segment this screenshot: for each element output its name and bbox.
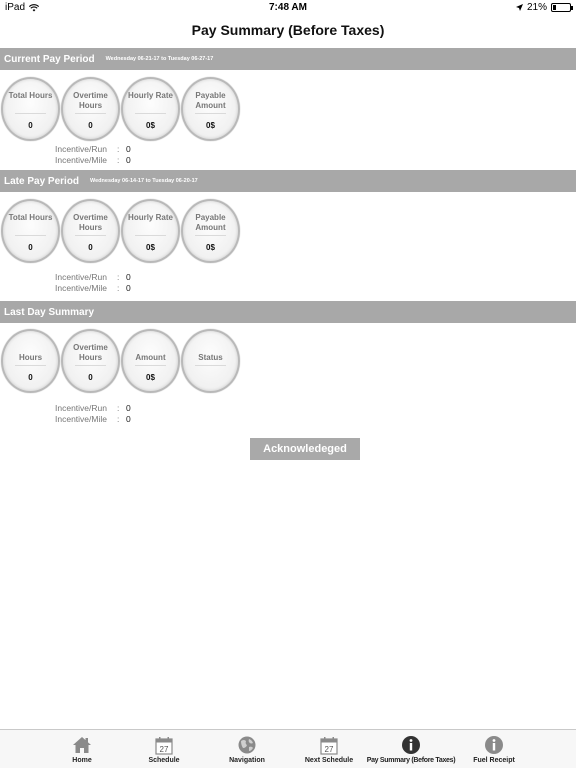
hourly-rate-stat: Hourly Rate 0$ — [121, 77, 180, 141]
stat-value: 0 — [88, 373, 93, 382]
info-icon — [484, 735, 504, 755]
home-icon — [72, 735, 92, 755]
section-title: Current Pay Period — [4, 53, 95, 65]
tab-label: Next Schedule — [304, 757, 354, 764]
calendar-icon: 27 — [154, 735, 174, 755]
stat-label: Total Hours — [8, 213, 53, 222]
page-title: Pay Summary (Before Taxes) — [191, 22, 385, 38]
payable-amount-stat: Payable Amount 0$ — [181, 77, 240, 141]
stat-value: 0$ — [206, 121, 215, 130]
tab-label: Fuel Receipt — [473, 757, 515, 764]
last-day-stats: Hours 0 Overtime Hours 0 Amount 0$ Statu… — [1, 329, 240, 393]
info-icon — [401, 735, 421, 755]
stat-label: Total Hours — [8, 91, 53, 100]
acknowledged-button[interactable]: Acknowledeged — [250, 438, 360, 460]
clock: 7:48 AM — [269, 2, 307, 13]
tab-label: Navigation — [229, 757, 265, 764]
stat-value: 0$ — [146, 121, 155, 130]
status-bar: iPad 7:48 AM 21% — [0, 0, 576, 16]
globe-icon — [237, 735, 257, 755]
current-pay-period-header: Current Pay Period Wednesday 06-21-17 to… — [0, 48, 576, 70]
stat-value: 0$ — [146, 243, 155, 252]
stat-value: 0$ — [146, 373, 155, 382]
tab-label: Schedule — [148, 757, 180, 764]
overtime-hours-stat: Overtime Hours 0 — [61, 77, 120, 141]
incentive-run-row: Incentive/Run:0 — [55, 272, 131, 282]
tab-pay-summary[interactable]: Pay Summary (Before Taxes) — [366, 730, 456, 768]
stat-value: 0 — [28, 373, 33, 382]
screen: iPad 7:48 AM 21% Pay Summary (Before Tax… — [0, 0, 576, 768]
tab-fuel-receipt[interactable]: Fuel Receipt — [469, 730, 519, 768]
battery-icon — [551, 3, 573, 12]
tab-navigation[interactable]: Navigation — [222, 730, 272, 768]
incentive-mile-row: Incentive/Mile:0 — [55, 414, 131, 424]
date-range: Wednesday 06-14-17 to Tuesday 06-20-17 — [90, 178, 198, 184]
tab-next-schedule[interactable]: 27 Next Schedule — [300, 730, 358, 768]
calendar-day: 27 — [325, 745, 334, 754]
last-day-incentives: Incentive/Run:0 Incentive/Mile:0 — [55, 403, 131, 425]
stat-label: Status — [198, 353, 223, 362]
current-period-incentives: Incentive/Run:0 Incentive/Mile:0 — [55, 144, 131, 166]
late-period-stats: Total Hours 0 Overtime Hours 0 Hourly Ra… — [1, 199, 240, 263]
stat-label: Overtime Hours — [73, 343, 108, 362]
tab-label: Pay Summary (Before Taxes) — [366, 757, 456, 764]
late-pay-period-header: Late Pay Period Wednesday 06-14-17 to Tu… — [0, 170, 576, 192]
incentive-mile-row: Incentive/Mile:0 — [55, 283, 131, 293]
overtime-hours-stat: Overtime Hours 0 — [61, 199, 120, 263]
incentive-run-row: Incentive/Run:0 — [55, 144, 131, 154]
location-arrow-icon — [515, 4, 523, 11]
calendar-day: 27 — [160, 745, 169, 754]
stat-label: Overtime Hours — [73, 213, 108, 232]
tab-label: Home — [72, 757, 92, 764]
stat-label: Payable Amount — [195, 91, 226, 110]
overtime-hours-stat: Overtime Hours 0 — [61, 329, 120, 393]
hours-stat: Hours 0 — [1, 329, 60, 393]
calendar-icon: 27 — [319, 735, 339, 755]
stat-label: Hourly Rate — [128, 213, 173, 222]
stat-label: Hourly Rate — [128, 91, 173, 100]
total-hours-stat: Total Hours 0 — [1, 77, 60, 141]
stat-label: Hours — [18, 353, 43, 362]
late-period-incentives: Incentive/Run:0 Incentive/Mile:0 — [55, 272, 131, 294]
tab-bar: Home 27 Schedule Navigation 27 Next Sche… — [0, 729, 576, 768]
amount-stat: Amount 0$ — [121, 329, 180, 393]
stat-value: 0$ — [206, 243, 215, 252]
status-stat: Status — [181, 329, 240, 393]
battery-percent: 21% — [526, 2, 547, 13]
stat-label: Overtime Hours — [73, 91, 108, 110]
section-title: Late Pay Period — [4, 175, 80, 187]
stat-label: Amount — [135, 353, 166, 362]
stat-value: 0 — [28, 121, 33, 130]
incentive-run-row: Incentive/Run:0 — [55, 403, 131, 413]
payable-amount-stat: Payable Amount 0$ — [181, 199, 240, 263]
stat-value: 0 — [88, 243, 93, 252]
date-range: Wednesday 06-21-17 to Tuesday 06-27-17 — [105, 56, 214, 62]
current-period-stats: Total Hours 0 Overtime Hours 0 Hourly Ra… — [1, 77, 240, 141]
total-hours-stat: Total Hours 0 — [1, 199, 60, 263]
last-day-summary-header: Last Day Summary — [0, 301, 576, 323]
hourly-rate-stat: Hourly Rate 0$ — [121, 199, 180, 263]
tab-schedule[interactable]: 27 Schedule — [139, 730, 189, 768]
tab-home[interactable]: Home — [62, 730, 102, 768]
stat-value: 0 — [88, 121, 93, 130]
section-title: Last Day Summary — [4, 306, 95, 318]
incentive-mile-row: Incentive/Mile:0 — [55, 155, 131, 165]
stat-value: 0 — [28, 243, 33, 252]
stat-label: Payable Amount — [195, 213, 226, 232]
